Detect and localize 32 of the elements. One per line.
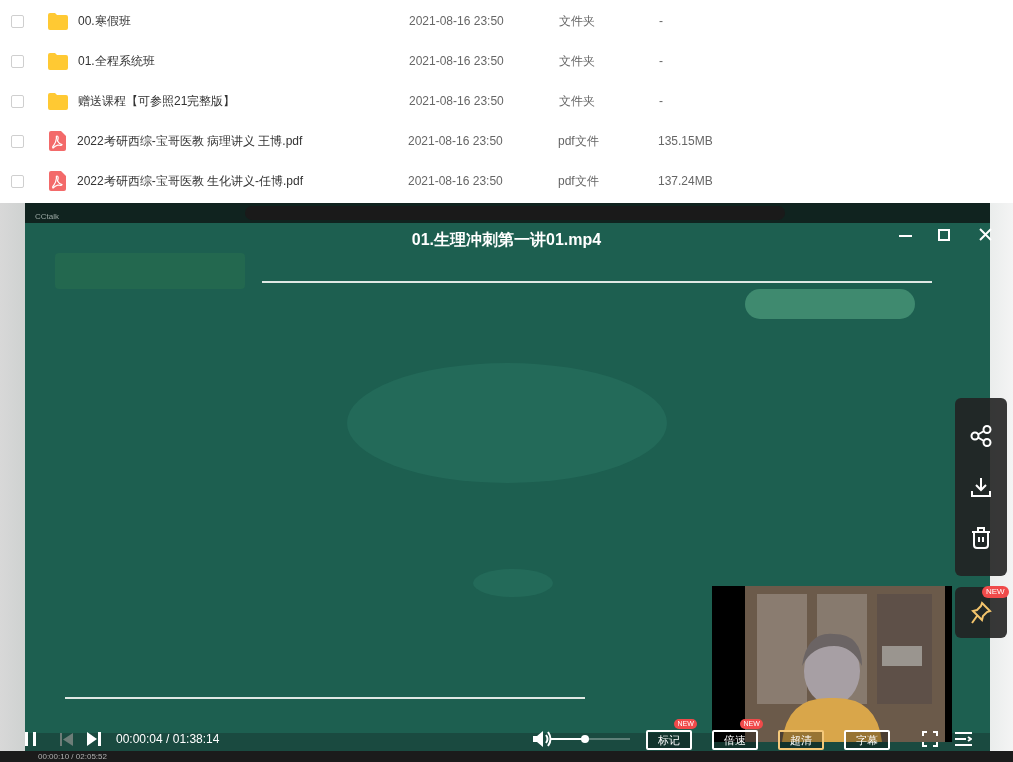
modified-date: 2021-08-16 23:50 xyxy=(409,13,505,30)
file-size: 137.24MB xyxy=(658,173,713,190)
modified-date: 2021-08-16 23:50 xyxy=(409,93,505,110)
new-badge: NEW xyxy=(982,586,1009,598)
checkbox[interactable] xyxy=(11,94,24,108)
file-type: pdf文件 xyxy=(558,173,600,190)
folder-icon xyxy=(48,12,68,30)
file-size: 135.15MB xyxy=(658,133,713,150)
modified-date: 2021-08-16 23:50 xyxy=(408,173,504,190)
file-name[interactable]: 00.寒假班 xyxy=(78,12,409,30)
file-type: 文件夹 xyxy=(559,13,596,30)
folder-icon xyxy=(48,92,68,110)
playback-time: 00:00:10 / 02:05:52 xyxy=(38,751,107,762)
file-size: - xyxy=(659,53,663,70)
pdf-icon xyxy=(49,171,66,191)
file-size: - xyxy=(659,13,663,30)
pdf-icon xyxy=(49,131,66,151)
file-name[interactable]: 2022考研西综-宝哥医教 病理讲义 王博.pdf xyxy=(77,132,408,150)
modified-date: 2021-08-16 23:50 xyxy=(408,133,504,150)
checkbox[interactable] xyxy=(11,14,24,28)
file-type: 文件夹 xyxy=(559,53,596,70)
checkbox[interactable] xyxy=(11,174,24,188)
file-name[interactable]: 2022考研西综-宝哥医教 生化讲义-任博.pdf xyxy=(77,172,408,190)
file-type: pdf文件 xyxy=(558,133,600,150)
checkbox[interactable] xyxy=(11,54,24,68)
modified-date: 2021-08-16 23:50 xyxy=(409,53,505,70)
file-name[interactable]: 01.全程系统班 xyxy=(78,52,409,70)
file-type: 文件夹 xyxy=(559,93,596,110)
folder-icon xyxy=(48,52,68,70)
file-size: - xyxy=(659,93,663,110)
checkbox[interactable] xyxy=(11,134,24,148)
file-name[interactable]: 赠送课程【可参照21完整版】 xyxy=(78,92,409,110)
